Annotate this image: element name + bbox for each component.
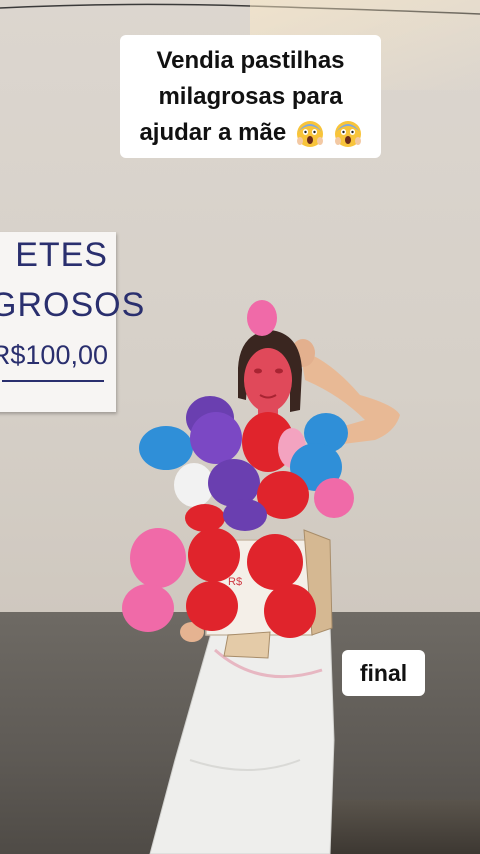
head-balloon [247,300,277,336]
screaming-face-icon [296,120,323,147]
final-badge: final [342,650,425,696]
caption-line-3: ajudar a mãe [139,119,287,146]
painted-face [244,348,292,412]
svg-text:R$: R$ [228,576,242,588]
caption-line-3-row: ajudar a mãe [126,115,375,151]
caption-line-2: milagrosas para [158,83,343,110]
caption-box: Vendia pastilhas milagrosas para ajudar … [120,35,381,158]
screaming-face-icon [334,120,361,147]
white-dress [149,624,335,854]
caption-line-1: Vendia pastilhas [156,47,345,74]
video-frame: ETES GROSOS R$100,00 R$ Vendia pastilhas… [0,0,480,854]
